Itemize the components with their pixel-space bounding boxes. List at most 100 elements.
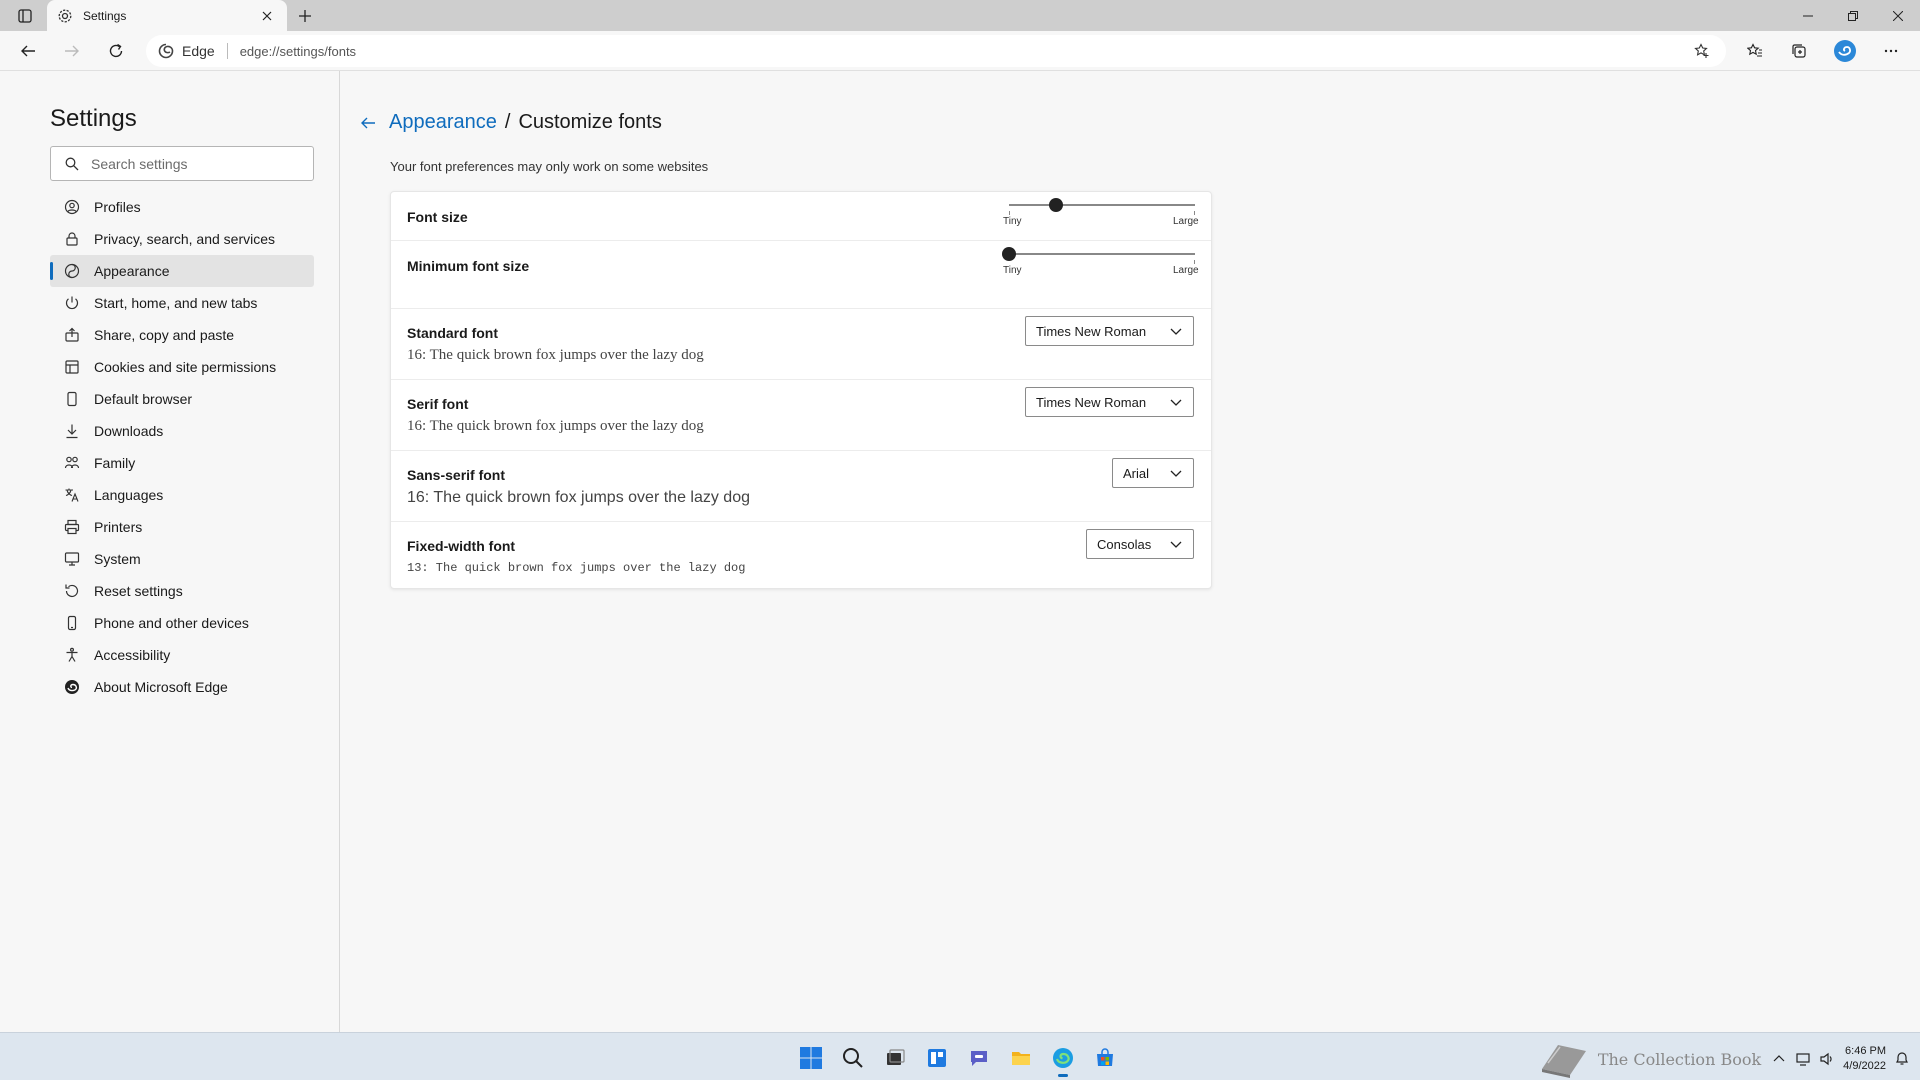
widgets-button[interactable] [920,1041,954,1075]
fonts-card: Font size Tiny Large Minimum font size T… [390,191,1212,589]
url-text[interactable]: edge://settings/fonts [240,44,356,59]
store-icon [1097,1048,1113,1066]
browser-tab-settings[interactable]: Settings [47,0,287,31]
clock-date: 4/9/2022 [1843,1060,1886,1072]
sidebar-item-label: Start, home, and new tabs [94,295,258,311]
settings-nav: Profiles Privacy, search, and services A… [50,191,314,703]
collections-button[interactable] [1785,37,1813,65]
system-tray: The Collection Book 6:46 PM 4/9/2022 [1538,1039,1910,1079]
serif-font-row: Serif font 16: The quick brown fox jumps… [391,380,1211,451]
sidebar-item-appearance[interactable]: Appearance [50,255,314,287]
sidebar-item-share[interactable]: Share, copy and paste [50,319,314,351]
sidebar-item-about[interactable]: About Microsoft Edge [50,671,314,703]
sidebar-item-reset[interactable]: Reset settings [50,575,314,607]
sans-serif-font-label: Sans-serif font [407,467,506,483]
more-menu-button[interactable] [1877,37,1905,65]
lock-icon [66,232,78,246]
restore-icon [1847,10,1858,21]
profile-avatar-button[interactable] [1831,37,1859,65]
favorites-icon [1747,43,1762,57]
store-button[interactable] [1088,1041,1122,1075]
min-font-size-slider[interactable]: Tiny Large [1001,243,1199,279]
volume-icon[interactable] [1819,1051,1835,1067]
add-favorite-button[interactable] [1692,41,1712,61]
languages-icon [65,488,79,502]
sidebar-item-label: Cookies and site permissions [94,359,277,375]
ellipsis-icon [1884,49,1898,53]
slider-tick [1009,211,1010,215]
start-button[interactable] [794,1041,828,1075]
refresh-button[interactable] [102,37,130,65]
sidebar-item-label: Accessibility [94,647,171,663]
search-settings-box[interactable] [50,146,314,181]
file-explorer-button[interactable] [1004,1041,1038,1075]
tab-close-button[interactable] [257,6,277,26]
address-bar[interactable]: Edge edge://settings/fonts [146,35,1726,67]
sidebar-item-label: Reset settings [94,583,183,599]
chevron-up-icon[interactable] [1771,1051,1787,1067]
sidebar-item-label: Profiles [94,199,141,215]
sidebar-item-languages[interactable]: Languages [50,479,314,511]
task-view-button[interactable] [878,1041,912,1075]
sidebar-item-phone[interactable]: Phone and other devices [50,607,314,639]
sidebar-item-privacy[interactable]: Privacy, search, and services [50,223,314,255]
sidebar-item-profiles[interactable]: Profiles [50,191,314,223]
phone-icon [67,615,77,631]
settings-title: Settings [50,105,137,132]
share-icon [65,327,79,342]
reset-icon [65,584,79,597]
chevron-down-icon [1170,328,1182,335]
standard-font-dropdown[interactable]: Times New Roman [1025,316,1194,346]
slider-thumb[interactable] [1048,198,1063,212]
sidebar-item-system[interactable]: System [50,543,314,575]
slider-thumb[interactable] [1002,247,1016,261]
breadcrumb-appearance-link[interactable]: Appearance [389,111,497,134]
favorites-button[interactable] [1741,37,1769,65]
edge-taskbar-button[interactable] [1046,1041,1080,1077]
close-window-button[interactable] [1875,0,1920,31]
edge-icon [1053,1048,1073,1068]
avatar [1834,40,1856,62]
sans-serif-font-dropdown[interactable]: Arial [1112,458,1194,488]
sidebar-item-cookies[interactable]: Cookies and site permissions [50,351,314,383]
gear-icon [58,9,72,22]
standard-font-row: Standard font 16: The quick brown fox ju… [391,309,1211,380]
chat-icon [971,1051,987,1066]
browser-toolbar: Edge edge://settings/fonts [0,31,1920,71]
network-icon[interactable] [1795,1051,1811,1067]
taskbar-search-button[interactable] [836,1041,870,1075]
sidebar-item-printers[interactable]: Printers [50,511,314,543]
arrow-left-icon [361,117,375,128]
sidebar-item-accessibility[interactable]: Accessibility [50,639,314,671]
clock[interactable]: 6:46 PM 4/9/2022 [1843,1044,1886,1074]
back-to-appearance-button[interactable] [357,112,379,134]
sidebar-item-label: Family [94,455,136,471]
sidebar-item-start-home[interactable]: Start, home, and new tabs [50,287,314,319]
font-size-slider[interactable]: Tiny Large [1001,194,1199,230]
chat-button[interactable] [962,1041,996,1075]
title-bar: Settings [0,0,1920,31]
minimize-button[interactable] [1785,0,1830,31]
appearance-icon [64,263,80,279]
sidebar-item-default-browser[interactable]: Default browser [50,383,314,415]
site-identity-label: Edge [182,43,215,59]
slider-tick [1194,260,1195,264]
sidebar-item-family[interactable]: Family [50,447,314,479]
sans-serif-font-sample: 16: The quick brown fox jumps over the l… [407,489,750,506]
search-icon [843,1048,863,1068]
serif-font-sample: 16: The quick brown fox jumps over the l… [407,418,704,434]
forward-button[interactable] [58,37,86,65]
font-size-row: Font size Tiny Large [391,192,1211,241]
accessibility-icon [66,647,78,662]
new-tab-button[interactable] [293,4,317,28]
back-button[interactable] [14,37,42,65]
sidebar-item-downloads[interactable]: Downloads [50,415,314,447]
serif-font-dropdown[interactable]: Times New Roman [1025,387,1194,417]
tab-actions-button[interactable] [10,4,40,28]
task-view-icon [887,1049,905,1065]
window-controls [1785,0,1920,31]
search-input[interactable] [91,155,311,172]
fixed-width-font-dropdown[interactable]: Consolas [1086,529,1194,559]
notification-icon[interactable] [1894,1051,1910,1067]
restore-button[interactable] [1830,0,1875,31]
